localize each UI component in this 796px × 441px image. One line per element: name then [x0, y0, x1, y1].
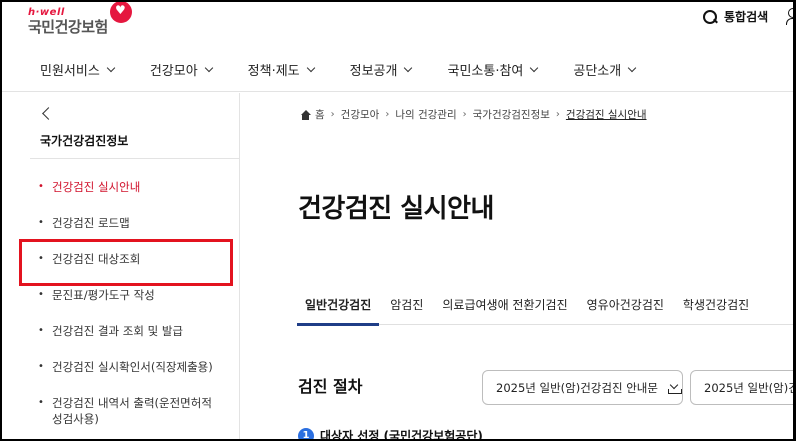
chevron-down-icon	[306, 63, 315, 73]
checkup-tabs: 일반건강검진 암검진 의료급여생애 전환기검진 영유아건강검진 학생건강검진	[297, 292, 793, 326]
logo-tagline: h·well	[28, 7, 65, 18]
search-label: 통합검색	[724, 10, 769, 24]
tab-infant-checkup[interactable]: 영유아건강검진	[579, 292, 672, 325]
home-icon[interactable]	[300, 109, 311, 120]
sidebar-item-checkup-guide[interactable]: 건강검진 실시안내	[38, 179, 218, 195]
button-label: 2025년 일반(암)건강검진	[704, 380, 793, 395]
site-header: h·well 국민건강보험 통합검색	[2, 2, 793, 42]
sidebar-menu: 건강검진 실시안내 건강검진 로드맵 건강검진 대상조회 문진표/평가도구 작성…	[38, 179, 218, 439]
tab-cancer-checkup[interactable]: 암검진	[382, 292, 431, 325]
gnb-label: 국민소통·참여	[447, 64, 524, 79]
heart-icon	[110, 2, 132, 23]
tab-medical-aid-transition[interactable]: 의료급여생애 전환기검진	[434, 292, 575, 325]
logo-title: 국민건강보험	[28, 18, 108, 36]
gnb-item-civil-service[interactable]: 민원서비스	[40, 60, 116, 79]
highlight-box	[19, 239, 233, 286]
sidebar-item-certificate[interactable]: 건강검진 실시확인서(직장제출용)	[38, 359, 218, 375]
sidebar-item-results[interactable]: 건강검진 결과 조회 및 발급	[38, 323, 218, 339]
gnb-item-communication[interactable]: 국민소통·참여	[447, 60, 539, 79]
breadcrumb-item[interactable]: 건강모아	[341, 107, 380, 122]
chevron-right-icon: ›	[462, 109, 467, 120]
back-arrow-icon[interactable]	[42, 107, 55, 120]
browser-frame: h·well 국민건강보험 통합검색 민원서비스 건강모아 정책·제도 정보공개…	[0, 0, 796, 441]
step-text: 대상자 선정 (국민건강보험공단)	[320, 429, 483, 441]
breadcrumb-item[interactable]: 국가건강검진정보	[473, 107, 550, 122]
button-label: 2025년 일반(암)건강검진 안내문	[496, 380, 658, 395]
sidebar-item-history-print[interactable]: 건강검진 내역서 출력(운전면허적성검사용)	[38, 395, 218, 427]
gnb-item-health[interactable]: 건강모아	[149, 60, 213, 79]
sidebar-title: 국가건강검진정보	[40, 134, 129, 148]
tab-student-checkup[interactable]: 학생건강검진	[675, 292, 757, 325]
download-guide-button-2[interactable]: 2025년 일반(암)건강검진	[690, 370, 793, 405]
gnb-label: 민원서비스	[40, 64, 100, 79]
global-nav: 민원서비스 건강모아 정책·제도 정보공개 국민소통·참여 공단소개	[2, 48, 793, 92]
gnb-label: 정책·제도	[247, 64, 300, 79]
chevron-down-icon	[404, 63, 413, 73]
chevron-down-icon	[530, 63, 539, 73]
section-title: 검진 절차	[298, 377, 363, 396]
chevron-right-icon: ›	[385, 109, 390, 120]
sidebar-item-roadmap[interactable]: 건강검진 로드맵	[38, 215, 218, 231]
breadcrumb-home[interactable]: 홈	[315, 107, 325, 122]
breadcrumb-current[interactable]: 건강검진 실시안내	[566, 107, 647, 122]
chevron-down-icon	[106, 63, 116, 73]
site-logo[interactable]: h·well 국민건강보험	[28, 2, 132, 36]
search-icon	[702, 9, 718, 25]
user-icon[interactable]	[786, 8, 793, 25]
page-title: 건강검진 실시안내	[298, 194, 494, 224]
gnb-item-policy[interactable]: 정책·제도	[247, 60, 315, 79]
tab-general-checkup[interactable]: 일반건강검진	[297, 292, 380, 326]
step-number-badge: 1	[298, 427, 314, 439]
gnb-label: 건강모아	[149, 64, 198, 79]
breadcrumb-item[interactable]: 나의 건강관리	[395, 107, 456, 122]
chevron-down-icon	[204, 63, 213, 73]
gnb-label: 공단소개	[573, 64, 622, 79]
chevron-right-icon: ›	[555, 109, 560, 120]
download-icon	[667, 382, 682, 394]
chevron-right-icon: ›	[330, 109, 335, 120]
integrated-search-button[interactable]: 통합검색	[702, 8, 768, 25]
breadcrumb: 홈 › 건강모아 › 나의 건강관리 › 국가건강검진정보 › 건강검진 실시안…	[300, 107, 647, 122]
download-guide-button[interactable]: 2025년 일반(암)건강검진 안내문	[482, 370, 683, 405]
gnb-label: 정보공개	[349, 64, 398, 79]
sidebar-divider	[30, 158, 240, 159]
procedure-step: 1 대상자 선정 (국민건강보험공단)	[298, 427, 483, 441]
gnb-item-about[interactable]: 공단소개	[573, 60, 637, 79]
gnb-item-disclosure[interactable]: 정보공개	[349, 60, 413, 79]
chevron-down-icon	[627, 63, 637, 73]
sidebar-item-questionnaire[interactable]: 문진표/평가도구 작성	[38, 287, 218, 303]
